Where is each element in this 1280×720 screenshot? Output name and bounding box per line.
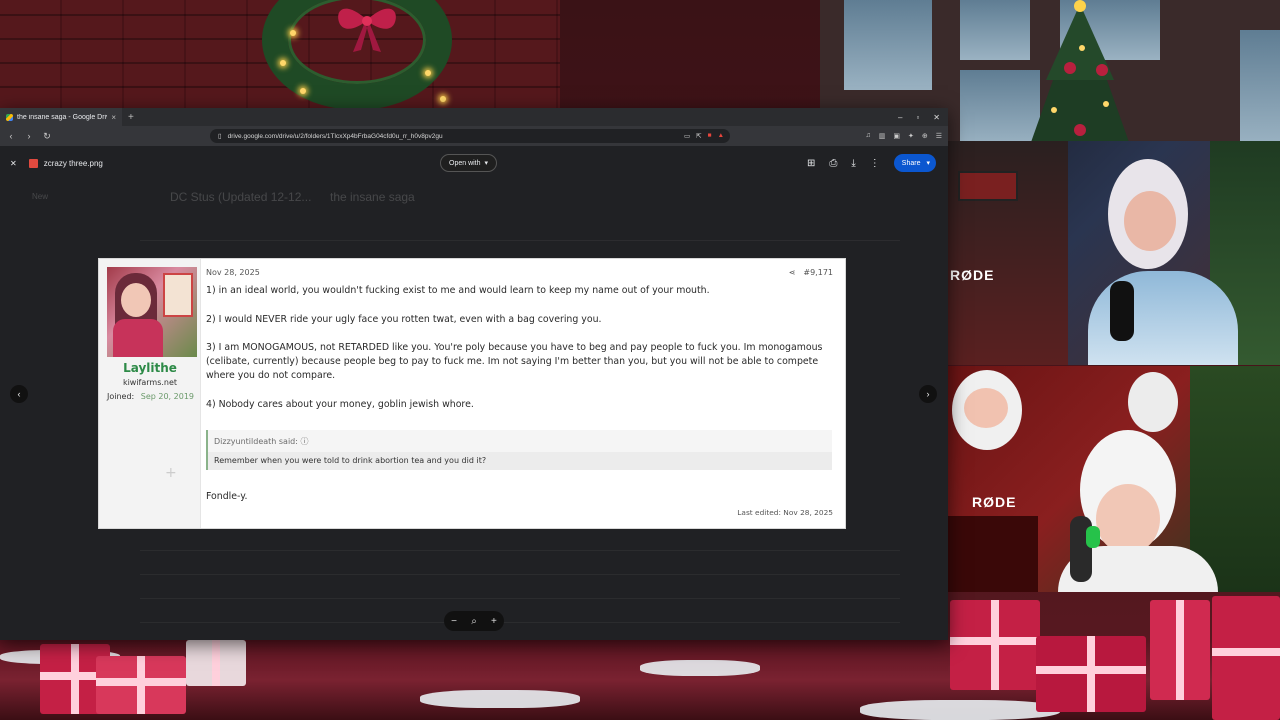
more-options-icon[interactable]: ⋮ bbox=[870, 158, 880, 169]
gift-box bbox=[1036, 636, 1146, 712]
breadcrumb: the insane saga bbox=[330, 190, 415, 204]
joined-label: Joined: bbox=[107, 392, 135, 401]
media-icon[interactable]: ♫ bbox=[865, 132, 870, 140]
quote-author: Dizzyuntildeath said: bbox=[214, 437, 298, 446]
zoom-out-button[interactable]: − bbox=[451, 616, 457, 627]
chevron-down-icon: ▾ bbox=[484, 160, 489, 167]
post-number: #9,171 bbox=[803, 268, 833, 277]
post-user-title: kiwifarms.net bbox=[122, 378, 178, 387]
post-paragraph: 4) Nobody cares about your money, goblin… bbox=[206, 399, 474, 410]
tab-title: the insane saga - Google Drive bbox=[17, 113, 108, 121]
gift-box bbox=[96, 656, 186, 714]
arrow-up-circle-icon: ⓘ bbox=[300, 437, 309, 446]
post-date: Nov 28, 2025 bbox=[206, 268, 260, 277]
forum-post-image: Laylithe kiwifarms.net Joined: Sep 20, 2… bbox=[98, 258, 846, 529]
breadcrumb: DC Stus (Updated 12-12... bbox=[170, 190, 312, 204]
mic-brand-label: RØDE bbox=[950, 267, 995, 283]
post-closing: Fondle-y. bbox=[206, 491, 248, 502]
print-icon[interactable]: ⎙ bbox=[829, 158, 837, 169]
window-controls: – ▫ ✕ bbox=[898, 113, 948, 122]
zoom-icon[interactable]: ⌕ bbox=[471, 616, 477, 627]
close-viewer-icon[interactable]: ✕ bbox=[10, 159, 17, 168]
reload-icon[interactable]: ↻ bbox=[42, 131, 52, 142]
minimize-button[interactable]: – bbox=[898, 113, 902, 122]
url-text: drive.google.com/drive/u/2/folders/1Tlcx… bbox=[227, 132, 443, 140]
sidebar-icon[interactable]: ▥ bbox=[879, 132, 886, 140]
quote-block: Dizzyuntildeath said: ⓘ Remember when yo… bbox=[206, 430, 832, 470]
post-paragraph: 2) I would NEVER ride your ugly face you… bbox=[206, 314, 602, 325]
file-name: zcrazy three.png bbox=[43, 158, 103, 168]
bookmark-icon[interactable]: ▯ bbox=[218, 132, 222, 140]
downloads-icon[interactable]: ⊕ bbox=[922, 132, 928, 140]
bow-decoration bbox=[338, 8, 396, 52]
quote-text: Remember when you were told to drink abo… bbox=[208, 452, 832, 470]
alert-icon[interactable]: ▲ bbox=[718, 132, 724, 140]
post-body: Nov 28, 2025 ⋖ #9,171 1) in an ideal wor… bbox=[206, 259, 835, 528]
share-page-icon[interactable]: ⇱ bbox=[696, 132, 701, 140]
previous-file-arrow[interactable]: ‹ bbox=[10, 385, 28, 403]
add-comment-icon[interactable]: ⊞ bbox=[807, 158, 815, 169]
post-paragraph: 3) I am MONOGAMOUS, not RETARDED like yo… bbox=[206, 342, 823, 381]
maximize-button[interactable]: ▫ bbox=[916, 113, 919, 122]
share-icon: ⋖ bbox=[788, 268, 796, 277]
avatar bbox=[107, 267, 197, 357]
gift-box bbox=[186, 640, 246, 686]
next-file-arrow[interactable]: › bbox=[919, 385, 937, 403]
share-button[interactable]: Share ▾ bbox=[893, 154, 936, 172]
image-file-icon bbox=[28, 158, 38, 168]
crosshair-cursor-icon: + bbox=[165, 465, 177, 481]
extension-icon[interactable]: ■ bbox=[708, 132, 712, 140]
browser-tools: ♫ ▥ ▣ ✦ ⊕ ☰ bbox=[865, 132, 942, 140]
url-bar[interactable]: ▯ drive.google.com/drive/u/2/folders/1Tl… bbox=[210, 129, 730, 143]
zoom-in-button[interactable]: + bbox=[491, 616, 497, 627]
share-label: Share bbox=[901, 159, 921, 167]
file-viewer-header: ✕ zcrazy three.png Open with ▾ ⊞ ⎙ ⤓ ⋮ S… bbox=[0, 148, 948, 178]
webcam-bottom: RØDE bbox=[948, 366, 1280, 592]
christmas-tree bbox=[1030, 0, 1130, 145]
extensions-icon[interactable]: ✦ bbox=[908, 132, 914, 140]
gift-box bbox=[1150, 600, 1210, 700]
tab-bar: the insane saga - Google Drive × + – ▫ ✕ bbox=[0, 108, 948, 126]
new-tab-button[interactable]: + bbox=[128, 112, 134, 123]
webcam-top: RØDE bbox=[948, 141, 1280, 365]
back-icon[interactable]: ‹ bbox=[6, 131, 16, 141]
gift-box bbox=[950, 600, 1040, 690]
browser-tab[interactable]: the insane saga - Google Drive × bbox=[0, 108, 122, 126]
download-icon[interactable]: ⤓ bbox=[851, 158, 855, 169]
cast-icon[interactable]: ▭ bbox=[684, 132, 690, 140]
joined-date: Sep 20, 2019 bbox=[140, 392, 194, 401]
tab-close-icon[interactable]: × bbox=[111, 113, 116, 122]
gift-box bbox=[1212, 596, 1280, 720]
post-username: Laylithe bbox=[123, 361, 177, 375]
chevron-down-icon: ▾ bbox=[926, 160, 930, 167]
menu-icon[interactable]: ☰ bbox=[936, 132, 942, 140]
post-paragraph: 1) in an ideal world, you wouldn't fucki… bbox=[206, 285, 710, 296]
mic-brand-label: RØDE bbox=[972, 494, 1017, 510]
google-drive-icon bbox=[6, 113, 13, 121]
address-toolbar: ‹ › ↻ ▯ drive.google.com/drive/u/2/folde… bbox=[0, 126, 948, 146]
last-edited: Last edited: Nov 28, 2025 bbox=[737, 508, 833, 517]
zoom-controls: − ⌕ + bbox=[444, 611, 504, 631]
open-with-label: Open with bbox=[449, 159, 481, 167]
close-window-button[interactable]: ✕ bbox=[933, 113, 940, 122]
wallet-icon[interactable]: ▣ bbox=[893, 132, 900, 140]
new-button: New bbox=[32, 192, 49, 201]
open-with-button[interactable]: Open with ▾ bbox=[440, 154, 498, 172]
forward-icon[interactable]: › bbox=[24, 131, 34, 141]
post-user-sidebar: Laylithe kiwifarms.net Joined: Sep 20, 2… bbox=[99, 259, 201, 528]
